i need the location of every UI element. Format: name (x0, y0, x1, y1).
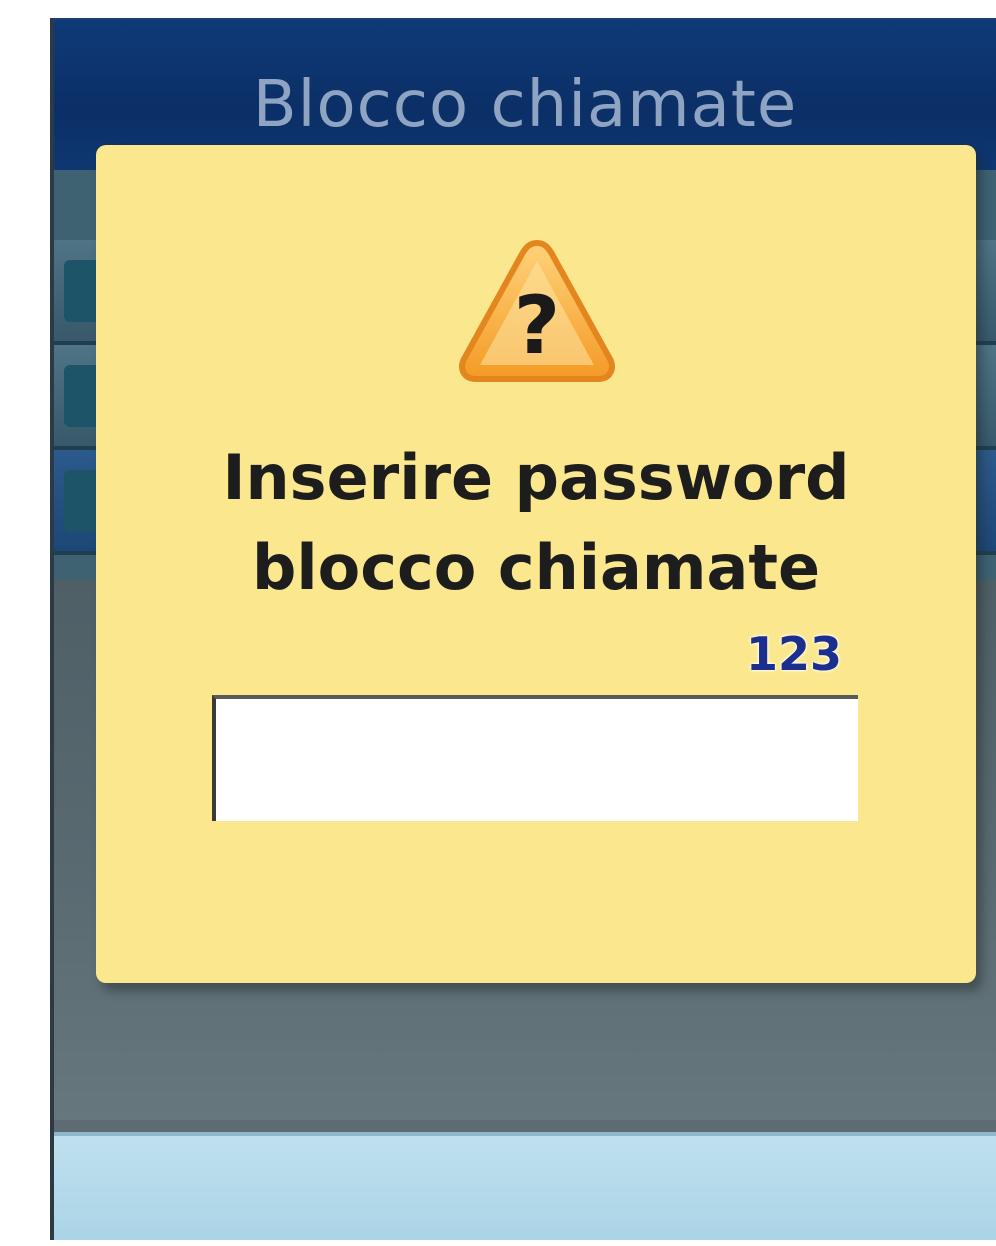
prompt-line-1: Inserire password (222, 441, 850, 514)
warning-question-icon: ? (459, 239, 615, 382)
password-input[interactable] (212, 695, 858, 821)
screen-title: Blocco chiamate (252, 68, 798, 142)
prompt-line-2: blocco chiamate (251, 531, 821, 604)
soft-key-bar[interactable] (54, 1132, 996, 1240)
password-prompt: Inserire password blocco chiamate (96, 433, 976, 613)
svg-text:?: ? (514, 279, 560, 372)
input-mode-indicator: 123 (745, 627, 842, 681)
password-dialog: ? Inserire password blocco chiamate 123 (96, 145, 976, 983)
